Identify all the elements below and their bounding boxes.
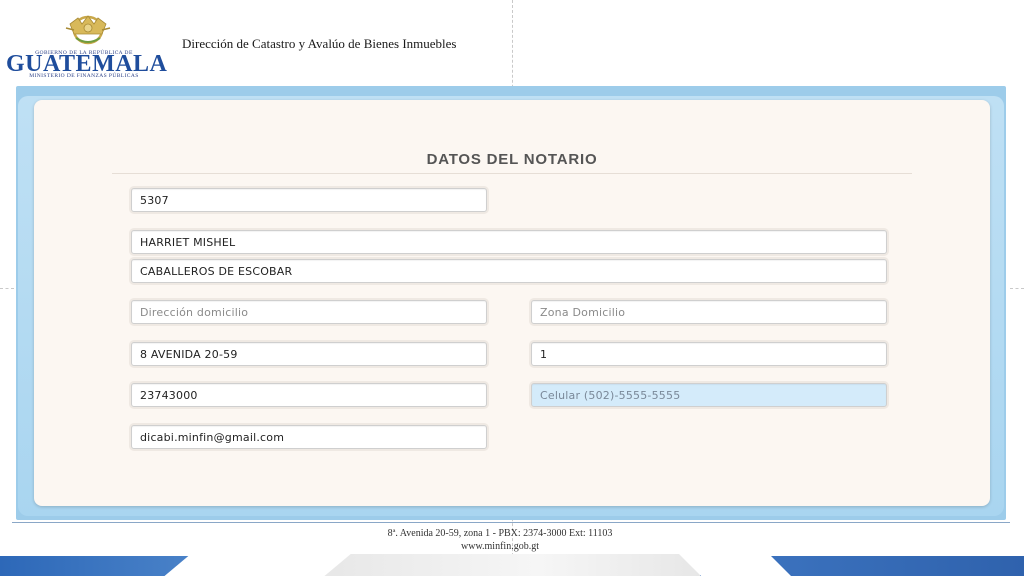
zona-oficina-field[interactable] (531, 342, 887, 366)
guide-line-right (1010, 288, 1024, 289)
celular-field[interactable] (531, 383, 887, 407)
nombres-field[interactable] (131, 230, 887, 254)
zona-domicilio-field[interactable] (531, 300, 887, 324)
footer-website: www.minfin.gob.gt (461, 541, 539, 552)
title-divider (112, 173, 912, 174)
footer-address: 8ª. Avenida 20-59, zona 1 - PBX: 2374-30… (387, 528, 613, 539)
email-field[interactable] (131, 425, 487, 449)
colegiado-field[interactable] (131, 188, 487, 212)
logo-ministry-line: MINISTERIO DE FINANZAS PÚBLICAS (29, 73, 139, 79)
form-title: DATOS DEL NOTARIO (426, 151, 598, 168)
coat-of-arms-icon (65, 15, 111, 45)
apellidos-field[interactable] (131, 259, 887, 283)
direccion-domicilio-field[interactable] (131, 300, 487, 324)
telefono-field[interactable] (131, 383, 487, 407)
guide-line-left (0, 288, 14, 289)
direccion-oficina-field[interactable] (131, 342, 487, 366)
guatemala-logo: GOBIERNO DE LA REPÚBLICA DE GUATEMALA MI… (4, 10, 167, 79)
page-header: GOBIERNO DE LA REPÚBLICA DE GUATEMALA MI… (0, 0, 1024, 80)
footer-divider (12, 522, 1010, 523)
department-title: Dirección de Catastro y Avalúo de Bienes… (182, 36, 457, 51)
